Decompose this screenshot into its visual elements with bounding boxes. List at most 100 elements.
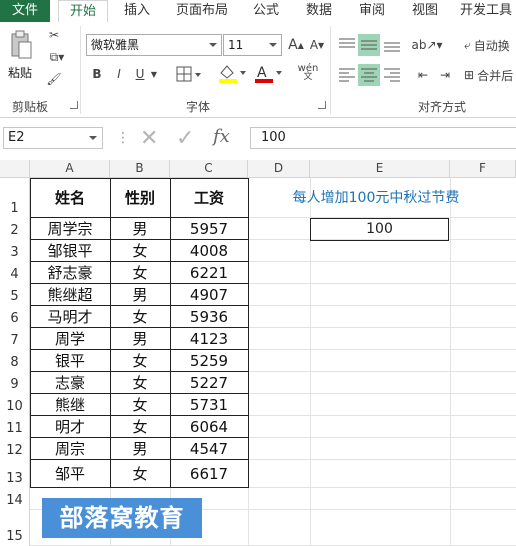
- table-cell[interactable]: 女: [110, 306, 170, 328]
- orientation-icon[interactable]: ab↗▾: [411, 34, 442, 56]
- column-header-c[interactable]: C: [170, 160, 248, 178]
- name-box[interactable]: E2: [3, 127, 103, 149]
- tab-page-layout[interactable]: 页面布局: [170, 0, 234, 22]
- tab-data[interactable]: 数据: [297, 0, 341, 22]
- table-cell[interactable]: 4547: [170, 438, 248, 460]
- paste-label[interactable]: 粘贴: [8, 64, 32, 81]
- row-header-7[interactable]: 7: [0, 328, 30, 350]
- phonetic-icon[interactable]: wén 文: [296, 62, 320, 84]
- chevron-down-icon[interactable]: ▼: [148, 64, 160, 84]
- table-cell[interactable]: 男: [110, 328, 170, 350]
- table-cell[interactable]: 5259: [170, 350, 248, 372]
- formula-input[interactable]: 100: [250, 127, 516, 149]
- table-cell[interactable]: 男: [110, 284, 170, 306]
- column-header-f[interactable]: F: [450, 160, 516, 178]
- row-header-4[interactable]: 4: [0, 262, 30, 284]
- table-header-cell[interactable]: 性别: [110, 178, 170, 218]
- cut-icon[interactable]: ✂: [44, 26, 64, 44]
- align-center-icon[interactable]: [358, 64, 380, 86]
- column-header-d[interactable]: D: [248, 160, 310, 178]
- column-header-e[interactable]: E: [310, 160, 450, 178]
- table-cell[interactable]: 女: [110, 394, 170, 416]
- table-cell[interactable]: 4123: [170, 328, 248, 350]
- table-cell[interactable]: 周宗: [30, 438, 110, 460]
- table-cell[interactable]: 5731: [170, 394, 248, 416]
- cancel-icon[interactable]: ✕: [140, 126, 158, 151]
- decrease-font-icon[interactable]: A ▼: [308, 35, 326, 55]
- table-cell[interactable]: 明才: [30, 416, 110, 438]
- tab-view[interactable]: 视图: [403, 0, 447, 22]
- select-all-corner[interactable]: [0, 160, 30, 178]
- row-header-6[interactable]: 6: [0, 306, 30, 328]
- table-cell[interactable]: 志豪: [30, 372, 110, 394]
- table-cell[interactable]: 周学宗: [30, 218, 110, 240]
- table-cell[interactable]: 周学: [30, 328, 110, 350]
- table-cell[interactable]: 女: [110, 460, 170, 488]
- table-cell[interactable]: 邹银平: [30, 240, 110, 262]
- wrap-text-button[interactable]: ⤶ 自动换: [464, 34, 516, 56]
- table-cell[interactable]: 熊继: [30, 394, 110, 416]
- row-header-13[interactable]: 13: [0, 460, 30, 488]
- row-header-2[interactable]: 2: [0, 218, 30, 240]
- row-header-9[interactable]: 9: [0, 372, 30, 394]
- row-header-8[interactable]: 8: [0, 350, 30, 372]
- table-cell[interactable]: 女: [110, 372, 170, 394]
- align-bottom-icon[interactable]: [381, 34, 403, 56]
- table-cell[interactable]: 4008: [170, 240, 248, 262]
- insert-function-icon[interactable]: fx: [213, 126, 230, 147]
- merge-center-button[interactable]: ⊞ 合并后: [464, 64, 516, 86]
- table-cell[interactable]: 6221: [170, 262, 248, 284]
- row-header-15[interactable]: 15: [0, 510, 30, 546]
- bold-button[interactable]: B: [88, 64, 106, 84]
- font-color-icon[interactable]: A: [252, 62, 284, 84]
- underline-button[interactable]: U: [132, 64, 148, 84]
- align-top-icon[interactable]: [336, 34, 358, 56]
- borders-icon[interactable]: [174, 64, 204, 84]
- row-header-14[interactable]: 14: [0, 488, 30, 510]
- row-header-3[interactable]: 3: [0, 240, 30, 262]
- table-cell[interactable]: 5957: [170, 218, 248, 240]
- italic-button[interactable]: I: [110, 64, 128, 84]
- row-header-10[interactable]: 10: [0, 394, 30, 416]
- align-middle-icon[interactable]: [358, 34, 380, 56]
- cell-e2[interactable]: 100: [310, 218, 449, 241]
- row-header-1[interactable]: 1: [0, 178, 30, 218]
- tab-insert[interactable]: 插入: [112, 0, 162, 22]
- decrease-indent-icon[interactable]: ⇤: [412, 64, 434, 86]
- increase-indent-icon[interactable]: ⇥: [434, 64, 456, 86]
- copy-icon[interactable]: ⧉▾: [44, 48, 70, 66]
- row-header-12[interactable]: 12: [0, 438, 30, 460]
- table-header-cell[interactable]: 姓名: [30, 178, 110, 218]
- tab-home[interactable]: 开始: [58, 0, 108, 22]
- font-launcher-icon[interactable]: [318, 101, 326, 109]
- table-cell[interactable]: 女: [110, 240, 170, 262]
- table-cell[interactable]: 5227: [170, 372, 248, 394]
- table-cell[interactable]: 5936: [170, 306, 248, 328]
- table-cell[interactable]: 男: [110, 218, 170, 240]
- tab-formulas[interactable]: 公式: [244, 0, 288, 22]
- tab-developer[interactable]: 开发工具: [456, 0, 516, 22]
- paste-icon[interactable]: [8, 28, 34, 64]
- table-cell[interactable]: 邹平: [30, 460, 110, 488]
- table-cell[interactable]: 男: [110, 438, 170, 460]
- align-left-icon[interactable]: [336, 64, 358, 86]
- note-text[interactable]: 每人增加100元中秋过节费: [276, 187, 476, 207]
- table-cell[interactable]: 舒志豪: [30, 262, 110, 284]
- tab-review[interactable]: 审阅: [350, 0, 394, 22]
- table-cell[interactable]: 女: [110, 416, 170, 438]
- font-size-combo[interactable]: 11: [223, 34, 282, 56]
- tab-file[interactable]: 文件: [0, 0, 50, 22]
- column-header-a[interactable]: A: [30, 160, 110, 178]
- table-cell[interactable]: 马明才: [30, 306, 110, 328]
- font-name-combo[interactable]: 微软雅黑: [86, 34, 222, 56]
- increase-font-icon[interactable]: A ▲: [287, 35, 305, 55]
- table-cell[interactable]: 女: [110, 350, 170, 372]
- table-cell[interactable]: 6617: [170, 460, 248, 488]
- fill-color-icon[interactable]: [216, 62, 248, 84]
- table-cell[interactable]: 4907: [170, 284, 248, 306]
- align-right-icon[interactable]: [381, 64, 403, 86]
- table-cell[interactable]: 银平: [30, 350, 110, 372]
- row-header-5[interactable]: 5: [0, 284, 30, 306]
- table-header-cell[interactable]: 工资: [170, 178, 248, 218]
- column-header-b[interactable]: B: [110, 160, 170, 178]
